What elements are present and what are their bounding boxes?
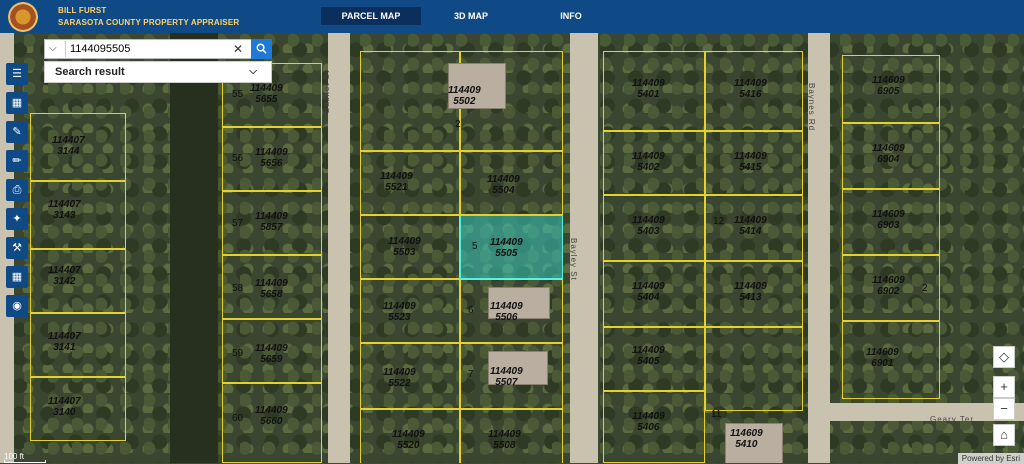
- layers-icon[interactable]: ☰: [6, 63, 28, 85]
- parcel-label: 114409 5413: [734, 281, 767, 303]
- lot-number: 7: [468, 369, 474, 380]
- parcel-label: 114409 5658: [255, 278, 288, 300]
- parcel-label: 114409 5503: [388, 236, 421, 258]
- zoom-out-button[interactable]: −: [993, 398, 1015, 420]
- parcel-label: 114409 5403: [632, 215, 665, 237]
- canal: [170, 33, 218, 463]
- measure-icon[interactable]: ✎: [6, 121, 28, 143]
- parcel-map[interactable]: Basket St Bayley St Baynes Rd Geary Ter …: [0, 33, 1024, 463]
- parcel-label: 114609 6905: [872, 75, 905, 97]
- street-label-bayley: Bayley St: [569, 238, 578, 281]
- tab-3d-map[interactable]: 3D MAP: [428, 7, 514, 25]
- parcel-label: 114409 5405: [632, 345, 665, 367]
- parcel[interactable]: [705, 327, 803, 411]
- parcel-label: 114409 5660: [255, 405, 288, 427]
- lot-number: 2: [922, 283, 928, 294]
- attribution[interactable]: Powered by Esri: [957, 453, 1024, 464]
- lot-number: 59: [232, 348, 244, 359]
- parcel-label: 114409 5508: [488, 429, 521, 451]
- parcel-label: 114409 5523: [383, 301, 416, 323]
- parcel-label: 114409 5506: [490, 301, 523, 323]
- clear-icon[interactable]: ✕: [233, 42, 243, 56]
- parcel-label: 114407 3142: [48, 265, 81, 287]
- parcel-label: 114409 5655: [250, 83, 283, 105]
- home-button[interactable]: ⌂: [993, 424, 1015, 446]
- parcel-label: 114609 6904: [872, 143, 905, 165]
- lot-number: 58: [232, 283, 244, 294]
- parcel-label: 114409 5505: [490, 237, 523, 259]
- parcel-label: 114409 5502: [448, 85, 481, 107]
- basemap-icon[interactable]: ▦: [6, 92, 28, 114]
- parcel-label: 114407 3140: [48, 396, 81, 418]
- share-icon[interactable]: ✦: [6, 208, 28, 230]
- parcel-label: 114409 5521: [380, 171, 413, 193]
- search-icon: [256, 43, 267, 54]
- parcel-label: 114609 5410: [730, 428, 763, 450]
- chevron-down-icon: ⌵: [249, 66, 257, 77]
- app-header: BILL FURST SARASOTA COUNTY PROPERTY APPR…: [0, 0, 1024, 33]
- lot-number: 60: [232, 413, 244, 424]
- road-basket-st: [328, 33, 350, 463]
- lot-number: 56: [232, 153, 244, 164]
- parcel-label: 114609 6903: [872, 209, 905, 231]
- street-label-baynes: Baynes Rd: [807, 83, 816, 132]
- lot-number: 57: [232, 218, 244, 229]
- parcel-label: 114409 5416: [734, 78, 767, 100]
- search-box: ⌵ ✕: [44, 39, 272, 59]
- parcel[interactable]: [360, 51, 460, 151]
- map-toolbar: ☰ ▦ ✎ ✏ ⎙ ✦ ⚒ ▦ ◉: [6, 63, 28, 324]
- brand-text: BILL FURST SARASOTA COUNTY PROPERTY APPR…: [58, 5, 239, 29]
- parcel-label: 114409 5857: [255, 211, 288, 233]
- parcel-label: 114407 3141: [48, 331, 81, 353]
- parcel-label: 114409 5656: [255, 147, 288, 169]
- chevron-down-icon[interactable]: ⌵: [49, 43, 57, 54]
- tab-parcel-map[interactable]: PARCEL MAP: [321, 7, 421, 25]
- draw-icon[interactable]: ✏: [6, 150, 28, 172]
- parcel-label: 114609 6902: [872, 275, 905, 297]
- search-result-label: Search result: [55, 66, 125, 78]
- tab-info[interactable]: INFO: [530, 7, 612, 25]
- tools-icon[interactable]: ⚒: [6, 237, 28, 259]
- parcel-label: 114409 5507: [490, 366, 523, 388]
- street-label-geary: Geary Ter: [930, 415, 974, 424]
- parcel-label: 114409 5406: [632, 411, 665, 433]
- search-button[interactable]: [251, 39, 272, 59]
- parcel-label: 114407 3144: [52, 135, 85, 157]
- parcel-label: 114409 5414: [734, 215, 767, 237]
- brand-name: BILL FURST: [58, 6, 107, 15]
- parcel-label: 114409 5504: [487, 174, 520, 196]
- lot-number: 55: [232, 89, 244, 100]
- table-icon[interactable]: ▦: [6, 266, 28, 288]
- street-label-basket: Basket St: [322, 69, 331, 113]
- parcel-label: 114407 3143: [48, 199, 81, 221]
- county-seal-logo[interactable]: [8, 2, 38, 32]
- lot-number: 6: [468, 305, 474, 316]
- road-geary-ter: [808, 403, 1024, 421]
- parcel-label: 114409 5520: [392, 429, 425, 451]
- brand-subtitle: SARASOTA COUNTY PROPERTY APPRAISER: [58, 18, 240, 27]
- lot-number: 12: [713, 216, 725, 227]
- lot-number: 11: [711, 409, 722, 420]
- search-input[interactable]: [65, 41, 240, 57]
- print-icon[interactable]: ⎙: [6, 179, 28, 201]
- lot-number: 5: [472, 241, 478, 252]
- search-result-dropdown[interactable]: Search result ⌵: [44, 61, 272, 83]
- parcel-label: 114409 5402: [632, 151, 665, 173]
- parcel-label: 114409 5401: [632, 78, 665, 100]
- parcel-label: 114409 5522: [383, 367, 416, 389]
- compass-button[interactable]: ◇: [993, 346, 1015, 368]
- parcel-label: 114409 5404: [632, 281, 665, 303]
- parcel-label: 114409 5415: [734, 151, 767, 173]
- lot-number: 2: [455, 119, 461, 130]
- parcel-label: 114609 6901: [866, 347, 899, 369]
- zoom-in-button[interactable]: +: [993, 376, 1015, 398]
- parcel-label: 114409 5659: [255, 343, 288, 365]
- locate-icon[interactable]: ◉: [6, 295, 28, 317]
